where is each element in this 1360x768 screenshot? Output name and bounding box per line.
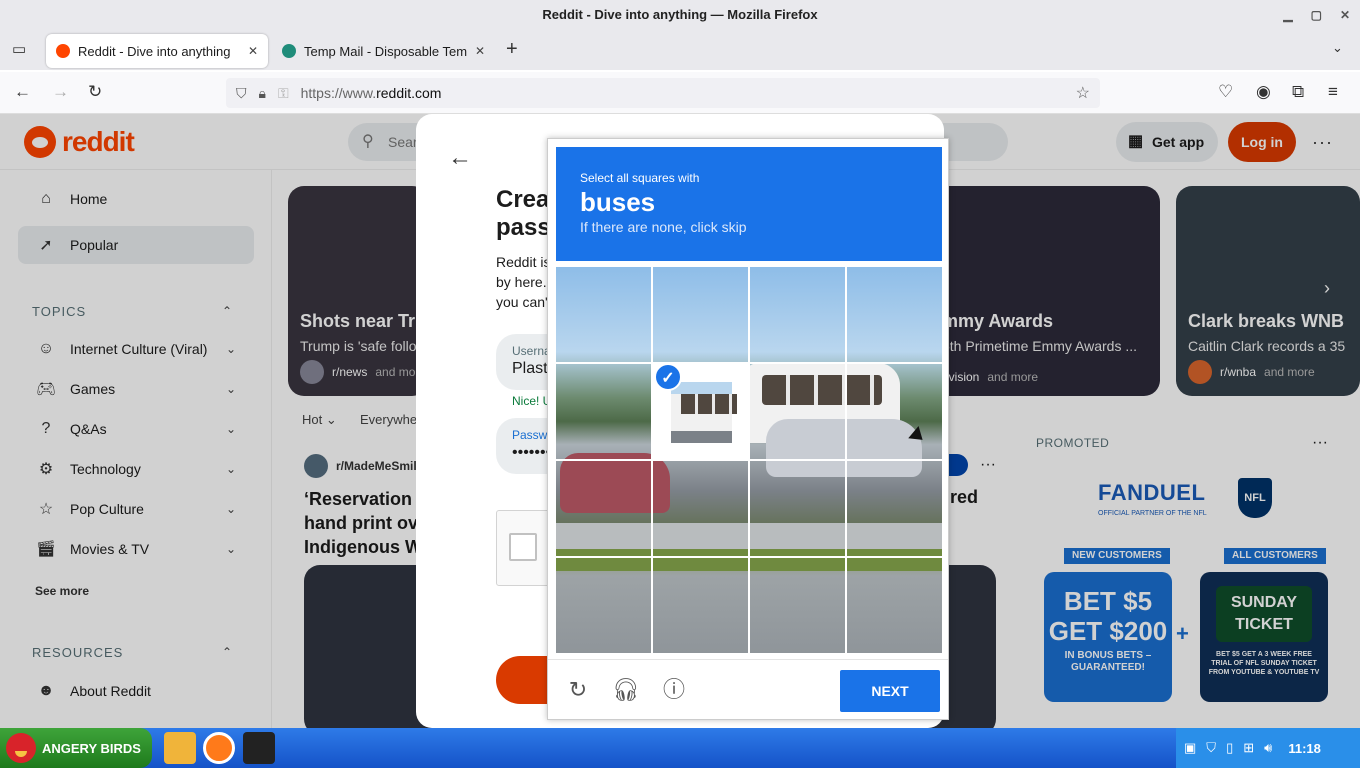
back-arrow-icon[interactable]: ← <box>448 144 472 172</box>
tempmail-favicon-icon <box>282 44 296 58</box>
account-icon[interactable]: ◉ <box>1256 82 1271 102</box>
captcha-tile[interactable] <box>750 558 847 653</box>
clock[interactable]: 11:18 <box>1288 741 1321 756</box>
tab-label: Reddit - Dive into anything <box>78 43 231 59</box>
extensions-icon[interactable]: ⧉ <box>1292 82 1304 102</box>
shield-tray-icon[interactable]: ⛉ <box>1206 740 1216 756</box>
reload-icon[interactable]: ↻ <box>88 82 102 102</box>
lock-icon[interactable]: 🔒︎ <box>259 85 266 102</box>
window-title: Reddit - Dive into anything — Mozilla Fi… <box>542 7 818 22</box>
challenge-image-grid: ✓ <box>556 267 942 653</box>
angry-bird-icon <box>6 733 36 763</box>
checkmark-icon: ✓ <box>654 363 682 391</box>
captcha-tile[interactable] <box>556 364 653 461</box>
tab-label: Temp Mail - Disposable Tem <box>304 43 468 59</box>
captcha-tile[interactable] <box>556 267 653 364</box>
shield-icon[interactable]: ⛉ <box>236 85 247 102</box>
tab-close-icon[interactable]: ✕ <box>248 44 258 58</box>
battery-icon[interactable]: ▯ <box>1226 740 1233 756</box>
captcha-tile[interactable] <box>847 461 942 558</box>
minimize-icon[interactable]: ▁ <box>1283 0 1292 30</box>
next-button[interactable]: NEXT <box>840 670 940 712</box>
tab-overview-icon[interactable]: ▭ <box>12 40 26 58</box>
username-valid-message: Nice! U <box>512 394 552 408</box>
pocket-icon[interactable]: ♡ <box>1218 82 1233 102</box>
challenge-footer: ↻ 🎧︎ ⓘ NEXT <box>548 659 948 721</box>
list-tabs-chevron-icon[interactable]: ⌄ <box>1332 40 1343 56</box>
tab-bar: ▭ Reddit - Dive into anything ✕ Temp Mai… <box>0 30 1360 70</box>
audio-headphones-icon[interactable]: 🎧︎ <box>612 676 640 704</box>
captcha-tile[interactable] <box>556 461 653 558</box>
url-bar[interactable]: ⛉ 🔒︎ ⚿ https://www.reddit.com ☆ <box>226 78 1100 108</box>
challenge-instruction: Select all squares with <box>580 171 700 185</box>
window-titlebar: Reddit - Dive into anything — Mozilla Fi… <box>0 0 1360 30</box>
captcha-tile[interactable] <box>750 364 847 461</box>
recaptcha-checkbox[interactable] <box>509 533 537 561</box>
close-icon[interactable]: ✕ <box>1340 0 1350 30</box>
menu-icon[interactable]: ≡ <box>1328 82 1338 102</box>
start-label: ANGERY BIRDS <box>42 740 141 756</box>
reddit-favicon-icon <box>56 44 70 58</box>
taskbar: ANGERY BIRDS ▣ ⛉ ▯ ⊞ 🔊︎ 11:18 <box>0 728 1360 768</box>
captcha-tile[interactable] <box>653 461 750 558</box>
network-icon[interactable]: ⊞ <box>1243 740 1254 756</box>
maximize-icon[interactable]: ▢ <box>1311 0 1322 30</box>
new-tab-icon[interactable]: + <box>506 38 518 61</box>
terminal-icon[interactable] <box>243 732 275 764</box>
captcha-tile[interactable] <box>556 558 653 653</box>
recaptcha-challenge: Select all squares with buses If there a… <box>547 138 949 720</box>
info-icon[interactable]: ⓘ <box>660 676 688 704</box>
volume-icon[interactable]: 🔊︎ <box>1264 740 1272 756</box>
firefox-icon[interactable] <box>203 732 235 764</box>
challenge-hint: If there are none, click skip <box>580 219 747 235</box>
system-tray: ▣ ⛉ ▯ ⊞ 🔊︎ 11:18 <box>1176 728 1360 768</box>
captcha-tile[interactable] <box>847 364 942 461</box>
url-text[interactable]: https://www.reddit.com <box>301 85 442 101</box>
forward-icon[interactable]: → <box>52 82 69 102</box>
clipboard-icon[interactable]: ▣ <box>1184 740 1196 756</box>
captcha-tile[interactable] <box>847 558 942 653</box>
challenge-target: buses <box>580 187 656 217</box>
tab-close-icon[interactable]: ✕ <box>475 44 485 58</box>
start-button[interactable]: ANGERY BIRDS <box>0 728 152 768</box>
captcha-tile[interactable] <box>847 267 942 364</box>
captcha-tile[interactable] <box>750 267 847 364</box>
captcha-tile[interactable] <box>750 461 847 558</box>
navigation-toolbar: ← → ↻ ⛉ 🔒︎ ⚿ https://www.reddit.com ☆ ♡ … <box>0 72 1360 114</box>
tab-reddit[interactable]: Reddit - Dive into anything ✕ <box>46 34 268 68</box>
captcha-tile[interactable] <box>653 267 750 364</box>
challenge-header: Select all squares with buses If there a… <box>556 147 942 261</box>
captcha-tile[interactable] <box>653 558 750 653</box>
file-manager-icon[interactable] <box>164 732 196 764</box>
bookmark-star-icon[interactable]: ☆ <box>1076 83 1090 103</box>
permissions-icon[interactable]: ⚿ <box>278 85 289 102</box>
tab-temp-mail[interactable]: Temp Mail - Disposable Tem ✕ <box>272 34 490 68</box>
back-icon[interactable]: ← <box>14 82 31 102</box>
reload-challenge-icon[interactable]: ↻ <box>564 676 592 704</box>
